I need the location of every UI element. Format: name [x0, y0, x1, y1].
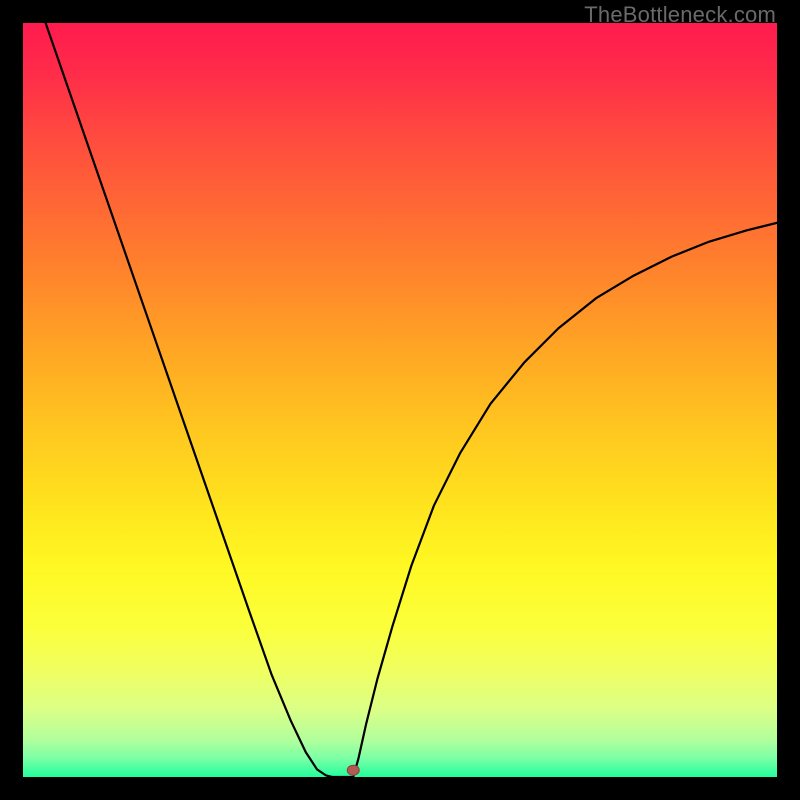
- black-frame: TheBottleneck.com: [0, 0, 800, 800]
- optimum-marker: [347, 765, 359, 775]
- watermark-text: TheBottleneck.com: [584, 2, 776, 28]
- chart-plot: [23, 23, 777, 777]
- chart-svg: [23, 23, 777, 777]
- heat-gradient-area: [23, 23, 777, 777]
